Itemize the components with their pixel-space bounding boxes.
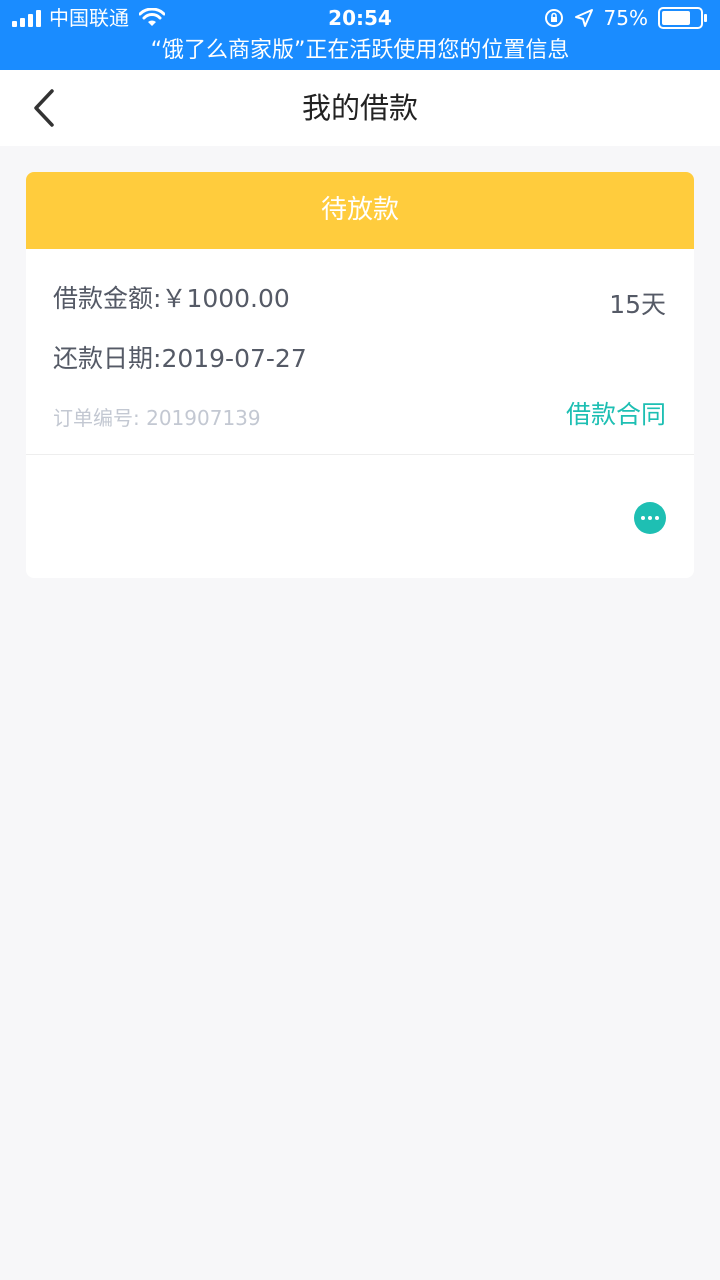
loan-amount-row: 借款金额:￥1000.00 — [53, 279, 290, 315]
chat-button[interactable] — [634, 502, 666, 534]
nav-bar: 我的借款 — [0, 70, 720, 146]
order-number-row: 订单编号: 201907139 — [53, 402, 261, 431]
repay-date-row: 还款日期:2019-07-27 — [53, 339, 307, 375]
loan-status-header: 待放款 — [26, 172, 694, 249]
battery-icon — [658, 7, 707, 29]
repay-date: 2019-07-27 — [161, 344, 307, 373]
loan-details: 借款金额:￥1000.00 15天 还款日期:2019-07-27 订单编号: … — [26, 249, 694, 455]
card-footer — [26, 455, 694, 578]
order-number: 201907139 — [146, 406, 261, 430]
back-button[interactable] — [20, 84, 68, 132]
loan-card[interactable]: 待放款 借款金额:￥1000.00 15天 还款日期:2019-07-27 订单… — [26, 172, 694, 578]
status-right: 75% — [544, 6, 708, 30]
order-label: 订单编号: — [53, 406, 140, 430]
amount-label: 借款金额: — [53, 284, 162, 313]
amount-value: ￥1000.00 — [161, 284, 290, 313]
loan-contract-link[interactable]: 借款合同 — [566, 395, 666, 431]
status-bar: 中国联通 20:54 75% “饿了么商家版”正在活跃使用您的位置信息 — [0, 0, 720, 70]
loan-term: 15天 — [609, 290, 666, 319]
location-banner[interactable]: “饿了么商家版”正在活跃使用您的位置信息 — [0, 36, 720, 66]
repay-label: 还款日期: — [53, 344, 162, 373]
location-arrow-icon — [574, 9, 593, 27]
chevron-left-icon — [34, 89, 54, 127]
more-dots-icon — [641, 516, 659, 520]
battery-percent: 75% — [603, 6, 648, 30]
rotation-lock-icon — [544, 9, 563, 27]
page-title: 我的借款 — [301, 91, 418, 125]
